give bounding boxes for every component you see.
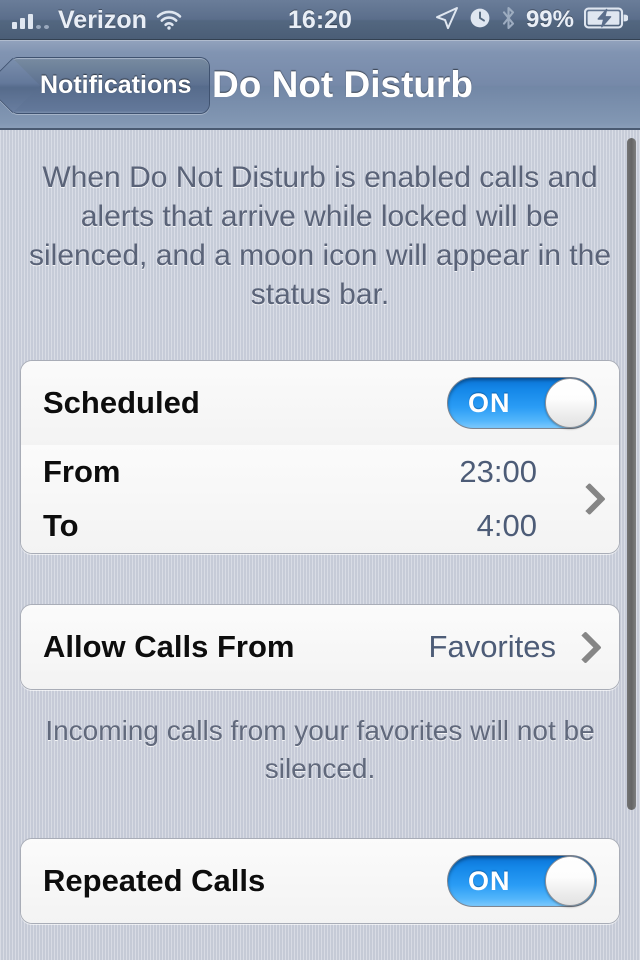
location-arrow-icon [435, 6, 459, 35]
repeated-calls-group: Repeated Calls ON [20, 838, 620, 924]
chevron-right-icon [569, 630, 602, 664]
from-label: From [43, 454, 121, 489]
schedule-times-disclosure [573, 482, 606, 516]
row-schedule-times[interactable]: From 23:00 To 4:00 [21, 445, 619, 553]
navigation-bar: Notifications Do Not Disturb [0, 40, 640, 130]
allow-calls-value: Favorites [428, 629, 556, 664]
bluetooth-icon [501, 6, 516, 35]
scheduled-toggle-knob [545, 378, 595, 428]
status-bar-right: 99% [320, 6, 629, 35]
to-label: To [43, 508, 79, 543]
scheduled-group: Scheduled ON From 23:00 To 4:00 [20, 360, 620, 554]
back-button-notifications[interactable]: Notifications [10, 57, 211, 114]
scheduled-label: Scheduled [43, 385, 200, 420]
scheduled-toggle[interactable]: ON [447, 377, 597, 429]
wifi-icon [156, 10, 182, 30]
chevron-right-icon [573, 482, 606, 516]
to-value: 4:00 [476, 508, 537, 543]
battery-percent-label: 99% [525, 6, 574, 33]
from-value: 23:00 [459, 454, 537, 489]
row-to: To 4:00 [43, 499, 597, 553]
row-scheduled[interactable]: Scheduled ON [21, 361, 619, 445]
allow-calls-label: Allow Calls From [43, 629, 295, 664]
carrier-label: Verizon [58, 5, 147, 34]
vertical-scrollbar[interactable] [627, 138, 636, 810]
repeated-calls-label: Repeated Calls [43, 863, 266, 898]
status-bar: Verizon 16:20 99% [0, 0, 640, 40]
allow-calls-footer: Incoming calls from your favorites will … [45, 715, 595, 784]
repeated-calls-toggle-knob [545, 856, 595, 906]
iphone-screen: Verizon 16:20 99% Notifications Do Not D… [0, 0, 640, 960]
row-allow-calls-from[interactable]: Allow Calls From Favorites [21, 605, 619, 689]
scheduled-toggle-state: ON [468, 387, 511, 418]
repeated-calls-toggle[interactable]: ON [447, 855, 597, 907]
repeated-calls-toggle-state: ON [468, 865, 511, 896]
allow-calls-group: Allow Calls From Favorites [20, 604, 620, 690]
intro-description: When Do Not Disturb is enabled calls and… [28, 161, 612, 311]
status-bar-left: Verizon [12, 5, 320, 34]
alarm-clock-icon [469, 7, 491, 34]
battery-charging-icon [583, 6, 629, 35]
row-from: From 23:00 [43, 445, 597, 499]
back-button-shape: Notifications [10, 57, 211, 114]
signal-bars-icon [12, 11, 49, 30]
row-repeated-calls[interactable]: Repeated Calls ON [21, 839, 619, 923]
back-button-label: Notifications [40, 71, 192, 99]
settings-content: When Do Not Disturb is enabled calls and… [0, 130, 640, 960]
